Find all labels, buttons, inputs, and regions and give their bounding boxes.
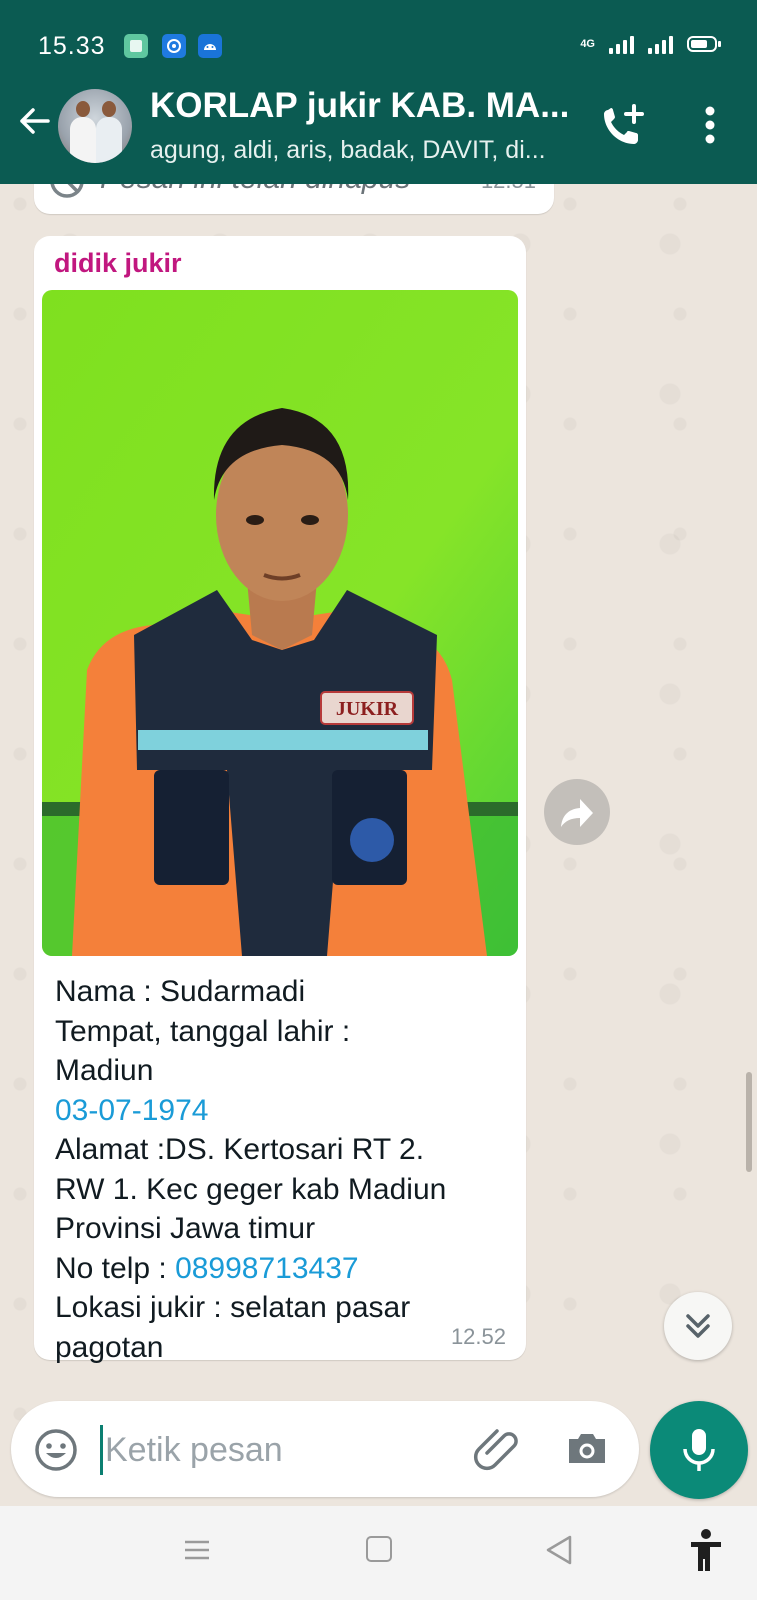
deleted-message[interactable]: Pesan ini telah dihapus 12.51 — [34, 184, 554, 214]
message-composer — [11, 1401, 639, 1497]
chat-title[interactable]: KORLAP jukir KAB. MA... — [150, 86, 569, 126]
caption-phone-label: No telp : — [55, 1251, 176, 1285]
add-call-icon[interactable] — [598, 102, 646, 150]
caption-birth-label: Tempat, tanggal lahir : — [55, 1014, 351, 1048]
back-triangle-icon[interactable] — [544, 1534, 574, 1566]
message-time: 12.51 — [481, 184, 536, 194]
birth-date-link[interactable]: 03-07-1974 — [55, 1094, 208, 1127]
mic-icon[interactable] — [650, 1401, 748, 1499]
camera-icon[interactable] — [563, 1425, 611, 1473]
signal-icon-2 — [648, 34, 673, 54]
message-caption: Nama : Sudarmadi Tempat, tanggal lahir :… — [55, 972, 515, 1367]
caption-address: Alamat :DS. Kertosari RT 2. RW 1. Kec ge… — [55, 1133, 447, 1245]
chevron-double-down-icon[interactable] — [664, 1292, 732, 1360]
caption-name: Nama : Sudarmadi — [55, 975, 306, 1008]
chat-header: KORLAP jukir KAB. MA... agung, aldi, ari… — [0, 66, 757, 184]
more-vert-icon[interactable] — [690, 104, 730, 146]
phone-link[interactable]: 08998713437 — [175, 1252, 359, 1285]
status-bar: 15.33 4G — [0, 0, 757, 66]
message-photo[interactable]: JUKIR — [42, 290, 518, 956]
status-time: 15.33 — [38, 32, 106, 60]
scrollbar-thumb[interactable] — [746, 1072, 752, 1172]
notification-app-icon — [124, 34, 148, 58]
accessibility-icon[interactable] — [688, 1528, 724, 1572]
signal-icon-1 — [609, 34, 634, 54]
forward-icon[interactable] — [544, 779, 610, 845]
chat-area[interactable]: Pesan ini telah dihapus 12.51 didik juki… — [0, 184, 757, 1506]
arrow-left-icon[interactable] — [14, 101, 54, 141]
sender-name[interactable]: didik jukir — [54, 248, 182, 279]
blocked-icon — [48, 184, 84, 198]
caption-birth-place: Madiun — [55, 1054, 154, 1087]
incoming-message[interactable]: didik jukir JUKIR Nama: Sudarmadi Tempa… — [34, 236, 526, 1364]
system-navigation-bar — [0, 1506, 757, 1600]
home-button[interactable] — [366, 1536, 392, 1562]
emoji-icon[interactable] — [33, 1427, 79, 1473]
recent-apps-icon[interactable] — [183, 1536, 211, 1564]
network-type: 4G — [580, 38, 595, 50]
deleted-message-text: Pesan ini telah dihapus — [100, 184, 410, 196]
group-avatar[interactable] — [58, 89, 132, 163]
status-indicators: 4G — [580, 34, 721, 54]
message-time: 12.52 — [450, 1324, 506, 1349]
paperclip-icon[interactable] — [471, 1423, 521, 1473]
vest-badge-text: JUKIR — [336, 698, 399, 720]
battery-icon — [687, 36, 721, 52]
caption-location: Lokasi jukir : selatan pasar pagotan — [55, 1291, 411, 1364]
message-input[interactable] — [103, 1421, 437, 1479]
notification-app-icon-2 — [162, 34, 186, 58]
chat-participants[interactable]: agung, aldi, aris, badak, DAVIT, di... — [150, 136, 546, 165]
android-notification-icon — [198, 34, 222, 58]
